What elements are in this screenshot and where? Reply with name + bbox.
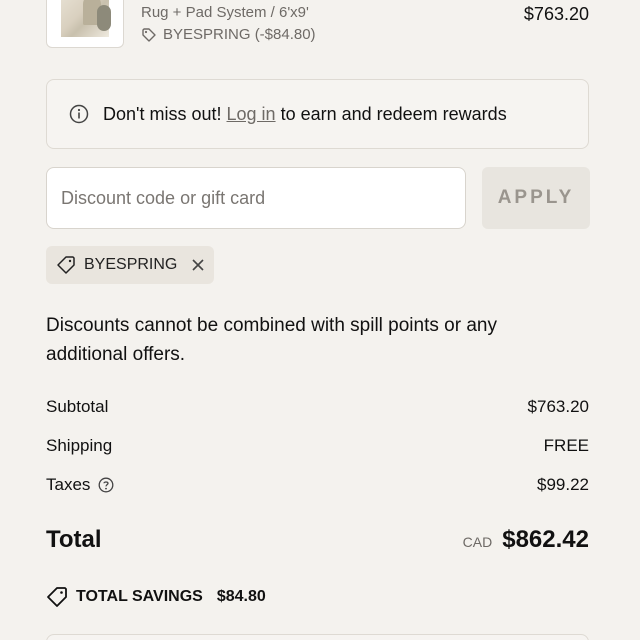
shipping-value: FREE <box>543 436 589 455</box>
taxes-label: Taxes <box>46 475 91 494</box>
currency-code: CAD <box>462 534 493 550</box>
subtotal-value: $763.20 <box>527 397 589 416</box>
product-thumbnail[interactable] <box>46 0 124 48</box>
taxes-row: Taxes $99.22 <box>46 475 589 495</box>
close-icon[interactable] <box>191 258 205 272</box>
subtotal-label: Subtotal <box>46 397 109 416</box>
total-savings: TOTAL SAVINGS $84.80 <box>46 586 266 608</box>
subtotal-row: Subtotal $763.20 <box>46 397 589 417</box>
discount-tag-text: BYESPRING (-$84.80) <box>163 26 316 43</box>
notice-text: Don't miss out! Log in to earn and redee… <box>103 104 507 125</box>
next-section-card <box>46 634 589 640</box>
applied-discount-chip: BYESPRING <box>46 246 214 284</box>
apply-button[interactable]: APPLY <box>482 167 590 229</box>
total-row: Total CAD $862.42 <box>46 526 589 554</box>
applied-discount-line: BYESPRING (-$84.80) <box>141 26 316 43</box>
tag-icon <box>141 27 157 43</box>
total-value: $862.42 <box>502 526 589 553</box>
login-link[interactable]: Log in <box>227 104 276 124</box>
product-image <box>61 0 111 37</box>
savings-label: TOTAL SAVINGS <box>76 588 203 605</box>
discount-note: Discounts cannot be combined with spill … <box>46 315 497 365</box>
taxes-value: $99.22 <box>537 475 589 494</box>
tag-icon <box>56 255 76 275</box>
savings-value: $84.80 <box>216 588 266 605</box>
discount-code-input[interactable] <box>46 167 466 229</box>
shipping-row: Shipping FREE <box>46 436 589 456</box>
applied-code-label: BYESPRING <box>84 256 178 273</box>
total-label: Total <box>46 526 102 553</box>
rewards-notice: Don't miss out! Log in to earn and redee… <box>46 79 589 149</box>
info-icon <box>69 104 89 124</box>
notice-suffix: to earn and redeem rewards <box>280 103 507 124</box>
notice-prefix: Don't miss out! <box>103 103 222 124</box>
tag-icon <box>46 586 68 608</box>
product-variant: Rug + Pad System / 6'x9' <box>141 4 309 21</box>
line-item-price: $763.20 <box>523 4 589 24</box>
help-icon[interactable] <box>98 477 114 493</box>
shipping-label: Shipping <box>46 436 113 455</box>
cart-line-item: Rug + Pad System / 6'x9' BYESPRING (-$84… <box>0 0 640 56</box>
